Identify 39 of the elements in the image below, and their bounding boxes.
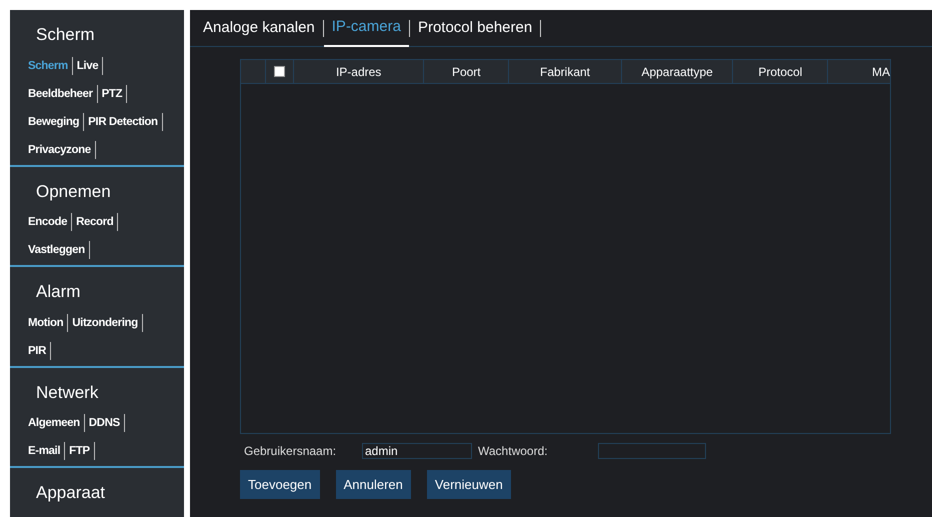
- menu-link[interactable]: Beeldbeheer: [28, 84, 98, 102]
- select-all-checkbox[interactable]: [274, 66, 285, 77]
- column-header: Protocol: [758, 64, 802, 80]
- menu-link[interactable]: DDNS: [84, 414, 125, 432]
- section-heading: Apparaat: [35, 482, 105, 504]
- field-label: Wachtwoord:: [478, 443, 549, 460]
- section-heading: Opnemen: [35, 180, 111, 202]
- action-button[interactable]: Annuleren: [336, 470, 411, 499]
- section-heading: Scherm: [35, 24, 95, 46]
- password-field[interactable]: [598, 443, 706, 459]
- menu-link[interactable]: PIR: [28, 342, 51, 360]
- menu-link[interactable]: Record: [72, 213, 118, 231]
- action-button[interactable]: Toevoegen: [240, 470, 320, 499]
- tab[interactable]: Protocol beheren: [410, 10, 540, 46]
- column-header: Apparaattype: [641, 64, 713, 80]
- menu-link[interactable]: FTP: [65, 442, 95, 460]
- tab[interactable]: IP-camera: [324, 10, 409, 46]
- menu-link[interactable]: Live: [72, 56, 104, 74]
- tab[interactable]: Analoge kanalen: [203, 10, 323, 46]
- menu-link[interactable]: Encode: [28, 213, 72, 231]
- menu-link[interactable]: Motion: [28, 314, 68, 332]
- field-label: Gebruikersnaam:: [244, 443, 338, 460]
- menu-link[interactable]: Algemeen: [28, 414, 85, 432]
- menu-link[interactable]: PTZ: [98, 84, 128, 102]
- action-button[interactable]: Vernieuwen: [426, 470, 511, 499]
- menu-link[interactable]: Scherm: [28, 56, 73, 74]
- column-header: Fabrikant: [540, 64, 590, 80]
- column-header: MA: [872, 64, 890, 80]
- menu-link[interactable]: Privacyzone: [28, 140, 96, 158]
- menu-link[interactable]: Uitzondering: [68, 314, 143, 332]
- menu-link[interactable]: Vastleggen: [28, 241, 90, 259]
- section-heading: Netwerk: [35, 382, 98, 404]
- section-heading: Alarm: [35, 281, 80, 303]
- username-field[interactable]: admin: [362, 443, 472, 459]
- column-header: Poort: [452, 64, 481, 80]
- menu-link[interactable]: E-mail: [28, 442, 66, 460]
- menu-link[interactable]: PIR Detection: [84, 112, 163, 130]
- column-header: IP-adres: [336, 64, 382, 80]
- menu-link[interactable]: Beweging: [28, 112, 84, 130]
